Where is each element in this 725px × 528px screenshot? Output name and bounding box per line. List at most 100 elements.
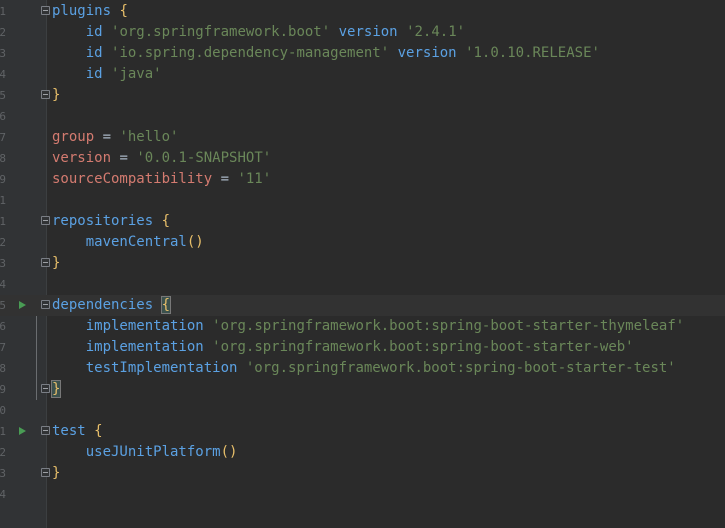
code-token: 'org.springframework.boot' bbox=[111, 24, 331, 40]
code-line[interactable]: 9} bbox=[0, 379, 725, 400]
code-line[interactable]: 9 sourceCompatibility = '11' bbox=[0, 169, 725, 190]
code-token: version bbox=[397, 45, 457, 61]
code-token: version bbox=[52, 150, 112, 166]
code-line[interactable]: 1 repositories { bbox=[0, 211, 725, 232]
code-line[interactable]: 4 bbox=[0, 484, 725, 505]
run-gutter-icon[interactable] bbox=[19, 427, 26, 435]
code-token: testImplementation bbox=[85, 360, 238, 376]
code-line[interactable]: 1 bbox=[0, 190, 725, 211]
line-number: 1 bbox=[0, 215, 6, 228]
line-number: 5 bbox=[0, 89, 6, 102]
code-text[interactable]: mavenCentral() bbox=[52, 232, 204, 253]
code-line[interactable]: 7 group = 'hello' bbox=[0, 127, 725, 148]
code-line[interactable]: 0 bbox=[0, 400, 725, 421]
code-token: () bbox=[220, 444, 238, 460]
code-token: sourceCompatibility bbox=[52, 171, 213, 187]
run-gutter-icon[interactable] bbox=[19, 301, 26, 309]
code-line[interactable]: 5} bbox=[0, 85, 725, 106]
code-text[interactable]: id 'java' bbox=[52, 64, 162, 85]
code-text[interactable]: } bbox=[50, 379, 62, 400]
code-editor[interactable]: 1 plugins {2 id 'org.springframework.boot… bbox=[0, 0, 725, 528]
code-text[interactable]: implementation 'org.springframework.boot… bbox=[52, 316, 684, 337]
code-line[interactable]: 1 plugins { bbox=[0, 1, 725, 22]
line-number: 9 bbox=[0, 173, 6, 186]
fold-toggle-icon[interactable] bbox=[41, 426, 50, 435]
code-text[interactable]: implementation 'org.springframework.boot… bbox=[52, 337, 634, 358]
fold-toggle-icon[interactable] bbox=[41, 300, 50, 309]
code-line[interactable]: 5 dependencies { bbox=[0, 295, 725, 316]
code-line[interactable]: 2 id 'org.springframework.boot' version … bbox=[0, 22, 725, 43]
line-number: 3 bbox=[0, 467, 6, 480]
fold-toggle-icon[interactable] bbox=[41, 468, 50, 477]
code-line[interactable]: 3} bbox=[0, 463, 725, 484]
code-text[interactable]: } bbox=[52, 463, 60, 484]
code-line[interactable]: 6 implementation 'org.springframework.bo… bbox=[0, 316, 725, 337]
code-token: = bbox=[111, 150, 137, 166]
code-text[interactable]: group = 'hello' bbox=[52, 127, 178, 148]
code-line[interactable]: 3 id 'io.spring.dependency-management' v… bbox=[0, 43, 725, 64]
code-line[interactable]: 4 bbox=[0, 274, 725, 295]
fold-toggle-icon[interactable] bbox=[41, 90, 50, 99]
code-token: { bbox=[94, 423, 103, 439]
fold-toggle-icon[interactable] bbox=[41, 384, 50, 393]
code-line[interactable]: 3} bbox=[0, 253, 725, 274]
code-text[interactable]: } bbox=[52, 85, 60, 106]
line-number: 7 bbox=[0, 131, 6, 144]
code-token: { bbox=[160, 296, 172, 314]
code-line[interactable]: 8 version = '0.0.1-SNAPSHOT' bbox=[0, 148, 725, 169]
line-number: 4 bbox=[0, 68, 6, 81]
code-token: '0.0.1-SNAPSHOT' bbox=[136, 150, 272, 166]
fold-toggle-icon[interactable] bbox=[41, 6, 50, 15]
line-number: 0 bbox=[0, 404, 6, 417]
code-text[interactable]: version = '0.0.1-SNAPSHOT' bbox=[52, 148, 271, 169]
code-token: id bbox=[85, 45, 103, 61]
code-token: 'org.springframework.boot:spring-boot-st… bbox=[245, 360, 676, 376]
code-text[interactable]: plugins { bbox=[52, 1, 128, 22]
code-line[interactable]: 7 implementation 'org.springframework.bo… bbox=[0, 337, 725, 358]
code-text[interactable]: sourceCompatibility = '11' bbox=[52, 169, 271, 190]
code-line[interactable]: 6 bbox=[0, 106, 725, 127]
code-token: = bbox=[212, 171, 238, 187]
code-token: implementation bbox=[85, 339, 204, 355]
code-token: repositories bbox=[52, 213, 154, 229]
code-text[interactable]: test { bbox=[52, 421, 103, 442]
code-line[interactable]: 8 testImplementation 'org.springframewor… bbox=[0, 358, 725, 379]
code-text[interactable]: useJUnitPlatform() bbox=[52, 442, 238, 463]
fold-toggle-icon[interactable] bbox=[41, 258, 50, 267]
line-number: 3 bbox=[0, 257, 6, 270]
code-text[interactable]: id 'io.spring.dependency-management' ver… bbox=[52, 43, 600, 64]
code-line[interactable]: 1 test { bbox=[0, 421, 725, 442]
code-line[interactable]: 4 id 'java' bbox=[0, 64, 725, 85]
line-number: 4 bbox=[0, 278, 6, 291]
code-text[interactable]: repositories { bbox=[52, 211, 170, 232]
line-number: 2 bbox=[0, 26, 6, 39]
line-number: 6 bbox=[0, 320, 6, 333]
code-line[interactable]: 2 useJUnitPlatform() bbox=[0, 442, 725, 463]
line-number: 2 bbox=[0, 236, 6, 249]
code-line[interactable]: 2 mavenCentral() bbox=[0, 232, 725, 253]
fold-toggle-icon[interactable] bbox=[41, 216, 50, 225]
code-token: group bbox=[52, 129, 95, 145]
editor-lines[interactable]: 1 plugins {2 id 'org.springframework.boot… bbox=[0, 1, 725, 505]
code-token: 'hello' bbox=[119, 129, 179, 145]
line-number: 7 bbox=[0, 341, 6, 354]
code-token: dependencies bbox=[52, 297, 154, 313]
code-text[interactable]: id 'org.springframework.boot' version '2… bbox=[52, 22, 465, 43]
code-token: mavenCentral bbox=[85, 234, 187, 250]
code-token: { bbox=[161, 213, 171, 229]
code-text[interactable]: testImplementation 'org.springframework.… bbox=[52, 358, 676, 379]
code-text[interactable]: dependencies { bbox=[52, 295, 172, 316]
code-text[interactable]: } bbox=[52, 253, 60, 274]
code-token: } bbox=[52, 87, 61, 103]
